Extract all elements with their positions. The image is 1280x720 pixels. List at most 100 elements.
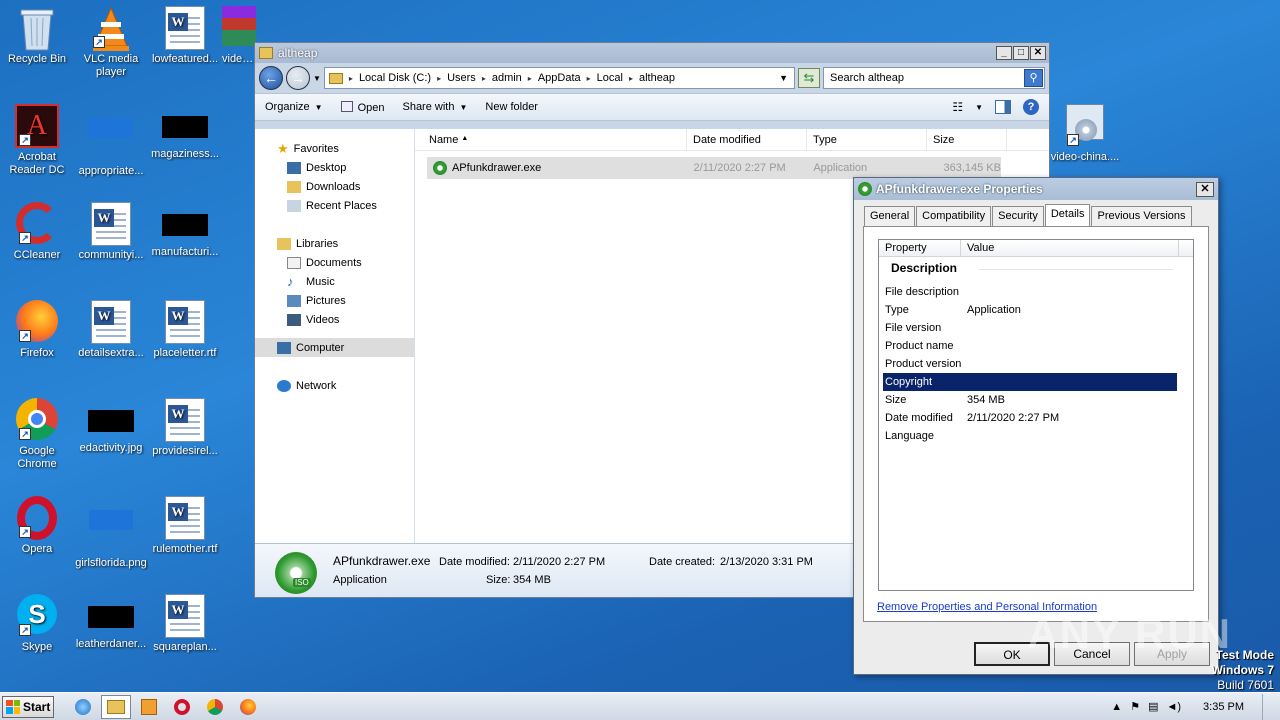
breadcrumb-item[interactable]: AppData bbox=[538, 72, 581, 84]
minimize-button[interactable]: _ bbox=[996, 46, 1012, 60]
back-button[interactable]: ← bbox=[259, 66, 283, 90]
desktop-icon-leatherdaner[interactable]: leatherdaner... bbox=[74, 594, 148, 651]
column-value[interactable]: Value bbox=[961, 240, 1179, 256]
desktop-icon-video[interactable]: video... bbox=[222, 6, 256, 66]
nav-item-videos[interactable]: Videos bbox=[255, 310, 414, 329]
breadcrumb-item[interactable]: Local bbox=[597, 72, 623, 84]
desktop-icon-placeletter[interactable]: W placeletter.rtf bbox=[148, 300, 222, 360]
property-row-file-description[interactable]: File description bbox=[883, 283, 1177, 301]
open-button[interactable]: Open bbox=[340, 100, 384, 114]
organize-button[interactable]: Organize ▼ bbox=[265, 101, 323, 113]
property-row-product-version[interactable]: Product version bbox=[883, 355, 1177, 373]
property-row-language[interactable]: Language bbox=[883, 427, 1177, 445]
desktop-icon-firefox[interactable]: ↗ Firefox bbox=[0, 300, 74, 360]
address-dropdown-icon[interactable]: ▼ bbox=[779, 73, 788, 83]
tab-details[interactable]: Details bbox=[1044, 204, 1091, 226]
desktop-icon-providesirel[interactable]: W providesirel... bbox=[148, 398, 222, 458]
desktop-icon-ccleaner[interactable]: ↗ CCleaner bbox=[0, 202, 74, 262]
view-dropdown-icon[interactable]: ▼ bbox=[975, 103, 983, 112]
property-row-product-name[interactable]: Product name bbox=[883, 337, 1177, 355]
nav-item-documents[interactable]: Documents bbox=[255, 253, 414, 272]
history-dropdown-icon[interactable]: ▼ bbox=[313, 74, 321, 83]
volume-icon[interactable]: ◄) bbox=[1166, 701, 1181, 713]
explorer-titlebar[interactable]: altheap _ □ ✕ bbox=[255, 43, 1049, 63]
taskbar-firefox[interactable] bbox=[233, 695, 263, 719]
desktop-icon-girlsflorida[interactable]: girlsflorida.png bbox=[74, 496, 148, 570]
desktop-icon-lowfeatured[interactable]: W lowfeatured... bbox=[148, 6, 222, 66]
show-desktop-button[interactable] bbox=[1262, 693, 1272, 720]
property-row-copyright[interactable]: Copyright bbox=[883, 373, 1177, 391]
desktop-icon-vlc[interactable]: ↗ VLC media player bbox=[74, 6, 148, 79]
nav-item-desktop[interactable]: Desktop bbox=[255, 158, 414, 177]
search-input[interactable]: Search altheap ⚲ bbox=[823, 67, 1045, 89]
show-hidden-icons[interactable]: ▲ bbox=[1111, 701, 1122, 713]
address-bar[interactable]: ▸ Local Disk (C:) ▸ Users ▸ admin ▸ AppD… bbox=[323, 67, 795, 89]
desktop-icon-squareplan[interactable]: W squareplan... bbox=[148, 594, 222, 654]
new-folder-button[interactable]: New folder bbox=[485, 101, 538, 113]
refresh-button[interactable]: ⇆ bbox=[798, 68, 820, 88]
taskbar-explorer[interactable] bbox=[101, 694, 131, 719]
column-type[interactable]: Type bbox=[807, 129, 927, 150]
column-property[interactable]: Property bbox=[879, 240, 961, 256]
desktop-icon-edactivity[interactable]: edactivity.jpg bbox=[74, 398, 148, 455]
taskbar-chrome[interactable] bbox=[200, 695, 230, 719]
property-list[interactable]: Property Value Description File descript… bbox=[878, 239, 1194, 591]
close-button[interactable]: ✕ bbox=[1196, 181, 1214, 197]
nav-item-computer[interactable]: Computer bbox=[255, 338, 414, 357]
network-tray-icon[interactable]: ▤ bbox=[1148, 700, 1158, 713]
search-icon[interactable]: ⚲ bbox=[1024, 69, 1043, 87]
taskbar-media-player[interactable] bbox=[134, 695, 164, 719]
desktop-icon-detailsextra[interactable]: W detailsextra... bbox=[74, 300, 148, 360]
desktop-icon-video-china[interactable]: ↗ video-china.... bbox=[1048, 104, 1122, 164]
properties-titlebar[interactable]: APfunkdrawer.exe Properties ✕ bbox=[854, 178, 1218, 200]
help-icon[interactable]: ? bbox=[1023, 99, 1039, 115]
chevron-right-icon[interactable]: ▸ bbox=[528, 74, 532, 83]
property-row-size[interactable]: Size 354 MB bbox=[883, 391, 1177, 409]
tab-previous-versions[interactable]: Previous Versions bbox=[1091, 206, 1192, 226]
file-row[interactable]: APfunkdrawer.exe 2/11/2020 2:27 PM Appli… bbox=[427, 157, 1001, 179]
tab-general[interactable]: General bbox=[864, 206, 916, 226]
chevron-right-icon[interactable]: ▸ bbox=[629, 74, 633, 83]
desktop-icon-magaziness[interactable]: magaziness... bbox=[148, 104, 222, 161]
desktop-icon-chrome[interactable]: ↗ Google Chrome bbox=[0, 398, 74, 471]
column-name[interactable]: Name ▲ bbox=[415, 129, 687, 150]
nav-item-downloads[interactable]: Downloads bbox=[255, 177, 414, 196]
column-date-modified[interactable]: Date modified bbox=[687, 129, 807, 150]
action-center-icon[interactable]: ⚑ bbox=[1130, 700, 1140, 713]
taskbar-opera[interactable] bbox=[167, 695, 197, 719]
chevron-right-icon[interactable]: ▸ bbox=[437, 74, 441, 83]
desktop-icon-rulemother[interactable]: W rulemother.rtf bbox=[148, 496, 222, 556]
desktop-icon-recycle-bin[interactable]: Recycle Bin bbox=[0, 6, 74, 66]
chevron-right-icon[interactable]: ▸ bbox=[482, 74, 486, 83]
nav-item-network[interactable]: Network bbox=[255, 376, 414, 395]
column-size[interactable]: Size bbox=[927, 129, 1007, 150]
property-row-date-modified[interactable]: Date modified 2/11/2020 2:27 PM bbox=[883, 409, 1177, 427]
chevron-right-icon[interactable]: ▸ bbox=[349, 74, 353, 83]
maximize-button[interactable]: □ bbox=[1013, 46, 1029, 60]
chevron-right-icon[interactable]: ▸ bbox=[587, 74, 591, 83]
preview-pane-icon[interactable] bbox=[995, 100, 1011, 114]
property-row-type[interactable]: Type Application bbox=[883, 301, 1177, 319]
nav-item-music[interactable]: ♪ Music bbox=[255, 272, 414, 291]
desktop-icon-opera[interactable]: ↗ Opera bbox=[0, 496, 74, 556]
nav-item-pictures[interactable]: Pictures bbox=[255, 291, 414, 310]
property-row-file-version[interactable]: File version bbox=[883, 319, 1177, 337]
close-button[interactable]: ✕ bbox=[1030, 46, 1046, 60]
tab-compatibility[interactable]: Compatibility bbox=[916, 206, 992, 226]
nav-item-recent-places[interactable]: Recent Places bbox=[255, 196, 414, 215]
breadcrumb-item[interactable]: altheap bbox=[639, 72, 675, 84]
forward-button[interactable]: → bbox=[286, 66, 310, 90]
nav-item-favorites[interactable]: ★ Favorites bbox=[255, 139, 414, 158]
breadcrumb-item[interactable]: Local Disk (C:) bbox=[359, 72, 431, 84]
tab-security[interactable]: Security bbox=[992, 206, 1044, 226]
view-options-icon[interactable]: ☷ bbox=[952, 100, 963, 114]
share-with-button[interactable]: Share with ▼ bbox=[402, 101, 467, 113]
desktop-icon-appropriate[interactable]: appropriate... bbox=[74, 104, 148, 178]
taskbar-internet-explorer[interactable] bbox=[68, 695, 98, 719]
desktop-icon-manufacturi[interactable]: manufacturi... bbox=[148, 202, 222, 259]
start-button[interactable]: Start bbox=[2, 695, 54, 718]
desktop-icon-skype[interactable]: S ↗ Skype bbox=[0, 594, 74, 654]
breadcrumb-item[interactable]: Users bbox=[447, 72, 476, 84]
desktop-icon-communityi[interactable]: W communityi... bbox=[74, 202, 148, 262]
nav-item-libraries[interactable]: Libraries bbox=[255, 234, 414, 253]
